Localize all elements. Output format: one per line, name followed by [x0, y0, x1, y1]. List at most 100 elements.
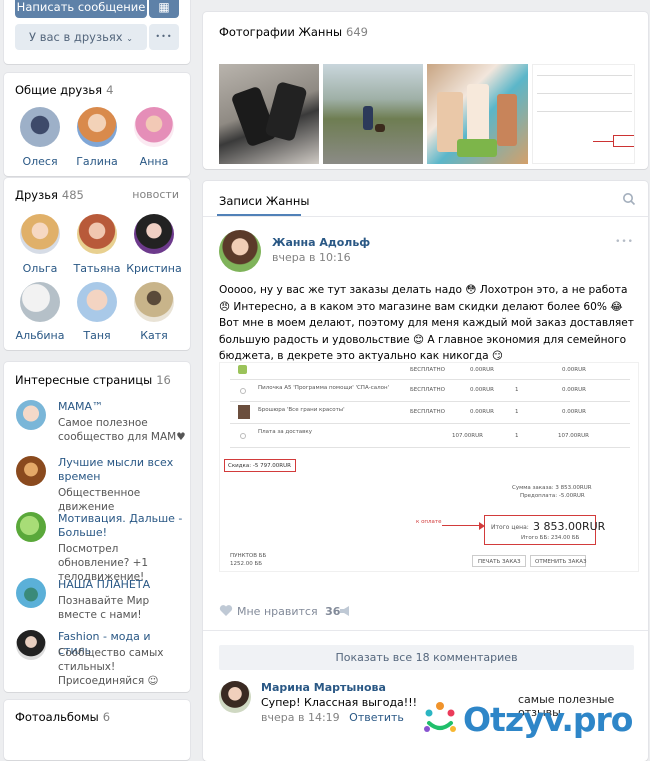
cancel-order-button[interactable]: ОТМЕНИТЬ ЗАКАЗ — [530, 555, 587, 567]
screenshot-cell: ОТМЕНИТЬ ЗАКАЗ — [535, 559, 587, 565]
photo-thumbnail[interactable] — [427, 64, 528, 164]
friends-header[interactable]: Друзья 485 — [15, 188, 84, 202]
screenshot-cell: 0.00RUR — [562, 387, 586, 393]
common-friends-header[interactable]: Общие друзья 4 — [15, 83, 113, 97]
screenshot-cell: Предоплата: -5.00RUR — [520, 493, 585, 499]
friends-count: 485 — [61, 188, 84, 202]
page-avatar — [16, 630, 46, 660]
interesting-pages-header[interactable]: Интересные страницы 16 — [15, 373, 171, 387]
interesting-pages-title: Интересные страницы — [15, 373, 153, 387]
friends-status-label: У вас в друзьях — [29, 30, 123, 44]
comment-author-avatar[interactable] — [219, 681, 251, 713]
friend-avatar-olesya[interactable] — [20, 107, 60, 147]
friend-avatar-tanya[interactable] — [77, 282, 117, 322]
common-friends-card: Общие друзья 4 Олеся Галина Анна — [4, 73, 190, 176]
page-title[interactable]: Лучшие мысли всех времен — [58, 456, 186, 484]
page-item-fashion[interactable]: Fashion - мода и стиль Сообщество самых … — [16, 630, 186, 687]
friends-title: Друзья — [15, 188, 58, 202]
divider — [203, 216, 648, 217]
friend-name[interactable]: Анна — [124, 155, 184, 168]
friend-name[interactable]: Татьяна — [67, 262, 127, 275]
gift-button[interactable]: ▦ — [149, 0, 179, 18]
screenshot-cell: Пилочка А5 'Программа помощи' 'СПА-салон… — [258, 385, 390, 391]
photo-thumbnail[interactable] — [323, 64, 423, 164]
screenshot-cell: Сумма заказа: 3 853.00RUR — [512, 485, 592, 491]
like-label: Мне нравится — [237, 605, 318, 618]
watermark-brand: Otzyv.pro — [463, 700, 633, 739]
friend-name[interactable]: Ольга — [10, 262, 70, 275]
comment-author-name[interactable]: Марина Мартынова — [261, 681, 386, 694]
discount-highlight: Скидка: -5 797.00RUR — [224, 459, 296, 472]
arrow-line — [442, 525, 482, 527]
comment-time[interactable]: вчера в 14:19 — [261, 711, 340, 724]
photos-card: Фотографии Жанны 649 — [203, 12, 648, 169]
comment-reply-link[interactable]: Ответить — [349, 711, 404, 724]
friend-name[interactable]: Олеся — [10, 155, 70, 168]
albums-title: Фотоальбомы — [15, 710, 99, 724]
post-attached-image[interactable]: БЕСПЛАТНО 0.00RUR 0.00RUR Пилочка А5 'Пр… — [219, 362, 639, 572]
page-item-our-planet[interactable]: НАША ПЛАНЕТА Познавайте Мир вместе с нам… — [16, 578, 186, 621]
friend-name[interactable]: Галина — [67, 155, 127, 168]
page-description: Общественное движение — [58, 487, 141, 513]
more-actions-button[interactable]: ••• — [149, 24, 179, 50]
post-author-avatar[interactable] — [219, 230, 261, 272]
comment-meta: вчера в 14:19 Ответить — [261, 711, 404, 724]
albums-header[interactable]: Фотоальбомы 6 — [15, 710, 110, 724]
friend-avatar-galina[interactable] — [77, 107, 117, 147]
friend-name[interactable]: Таня — [67, 329, 127, 342]
photos-header[interactable]: Фотографии Жанны 649 — [219, 25, 368, 39]
search-icon[interactable] — [622, 192, 636, 206]
profile-actions-card: Написать сообщение ▦ У вас в друзьях ⌄ •… — [4, 0, 190, 64]
screenshot-cell: Скидка: -5 797.00RUR — [228, 463, 291, 469]
albums-count: 6 — [102, 710, 111, 724]
friend-avatar-anna[interactable] — [134, 107, 174, 147]
friends-status-button[interactable]: У вас в друзьях ⌄ — [15, 24, 147, 50]
friend-avatar-albina[interactable] — [20, 282, 60, 322]
screenshot-cell: 0.00RUR — [562, 409, 586, 415]
total-highlight: Итого цена: 3 853.00RUR Итого ББ: 234.00… — [484, 515, 605, 545]
like-button[interactable]: Мне нравится 36 — [237, 605, 340, 618]
friend-name[interactable]: Кристина — [124, 262, 184, 275]
friend-avatar-tatiana[interactable] — [77, 214, 117, 254]
heart-icon[interactable] — [219, 604, 233, 618]
photos-count: 649 — [346, 25, 368, 39]
send-message-button[interactable]: Написать сообщение — [15, 0, 147, 18]
screenshot-cell: БЕСПЛАТНО — [410, 409, 445, 415]
friend-avatar-katya[interactable] — [134, 282, 174, 322]
product-thumb — [238, 405, 250, 419]
table-line — [230, 401, 630, 402]
post-time[interactable]: вчера в 10:16 — [272, 251, 351, 264]
page-item-mama[interactable]: МАМА™ Самое полезное сообщество для МАМ♥ — [16, 400, 186, 450]
tab-wall-posts[interactable]: Записи Жанны — [219, 194, 309, 208]
show-all-comments-button[interactable]: Показать все 18 комментариев — [219, 645, 634, 670]
friend-name[interactable]: Катя — [124, 329, 184, 342]
page-title[interactable]: МАМА™ — [58, 400, 186, 414]
total-value: 3 853.00RUR — [533, 520, 606, 533]
page-avatar — [16, 578, 46, 608]
post-menu-icon[interactable]: ••• — [615, 237, 634, 247]
row-radio — [240, 433, 246, 439]
friend-name[interactable]: Альбина — [10, 329, 70, 342]
page-description: Самое полезное сообщество для МАМ♥ — [58, 417, 186, 443]
post-text: Ооооо, ну у вас же тут заказы делать над… — [219, 284, 634, 362]
friend-avatar-olga[interactable] — [20, 214, 60, 254]
page-item-motivation[interactable]: Мотивация. Дальше - Больше! Посмотрел об… — [16, 512, 186, 583]
friend-avatar-kristina[interactable] — [134, 214, 174, 254]
friends-news-link[interactable]: новости — [132, 188, 179, 201]
post-author-name[interactable]: Жанна Адольф — [272, 236, 370, 249]
share-icon[interactable] — [339, 605, 353, 617]
page-description: Сообщество самых стильных! Присоединяйся… — [58, 647, 164, 687]
page-title[interactable]: НАША ПЛАНЕТА — [58, 578, 186, 592]
page-avatar — [16, 400, 46, 430]
photo-thumbnail[interactable] — [532, 64, 635, 164]
page-title[interactable]: Мотивация. Дальше - Больше! — [58, 512, 186, 540]
screenshot-cell: Итого цена: — [491, 524, 529, 531]
otzyv-logo-icon — [421, 699, 459, 737]
page-item-best-thoughts[interactable]: Лучшие мысли всех времен Общественное дв… — [16, 456, 186, 513]
common-friends-count: 4 — [106, 83, 114, 97]
page-avatar — [16, 456, 46, 486]
chevron-down-icon: ⌄ — [126, 34, 133, 43]
print-order-button[interactable]: ПЕЧАТЬ ЗАКАЗ — [472, 555, 526, 567]
screenshot-cell: 1 — [515, 433, 519, 439]
photo-thumbnail[interactable] — [219, 64, 319, 164]
